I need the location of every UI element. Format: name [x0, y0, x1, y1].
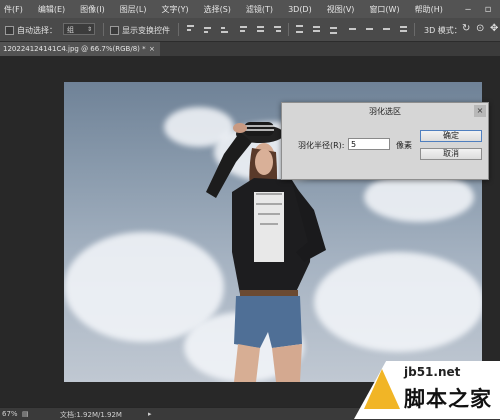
distribute-bottom-icon[interactable]: [329, 24, 338, 34]
mode-3d-label: 3D 模式：: [424, 26, 462, 35]
dialog-title: 羽化选区: [282, 103, 488, 120]
watermark-logo-icon: [364, 369, 400, 409]
align-left-icon[interactable]: [239, 24, 248, 34]
auto-select-dropdown[interactable]: 组 ⇕: [63, 23, 95, 35]
divider: [414, 23, 415, 36]
watermark-url: jb51.net: [404, 365, 461, 379]
close-icon[interactable]: ×: [149, 42, 155, 56]
show-transform-checkbox[interactable]: [110, 26, 119, 35]
ok-button[interactable]: 确定: [420, 130, 482, 142]
menu-filter[interactable]: 滤镜(T): [246, 4, 273, 15]
menu-window[interactable]: 窗口(W): [369, 4, 399, 15]
watermark-name: 脚本之家: [404, 386, 492, 411]
auto-select-checkbox[interactable]: [5, 26, 14, 35]
distribute-vcenter-icon[interactable]: [312, 24, 321, 34]
menu-image[interactable]: 图像(I): [80, 4, 105, 15]
info-icon[interactable]: ▤: [22, 410, 29, 418]
options-bar: 自动选择： 组 ⇕ 显示变换控件 3D 模式： ↻ ⊙ ✥: [0, 18, 500, 42]
align-right-icon[interactable]: [273, 24, 282, 34]
divider: [178, 23, 179, 36]
chevron-down-icon: ⇕: [86, 26, 92, 33]
divider: [288, 23, 289, 36]
menu-view[interactable]: 视图(V): [327, 4, 355, 15]
zoom-level[interactable]: 67%: [2, 410, 18, 418]
distribute-left-icon[interactable]: [348, 24, 357, 34]
menu-edit[interactable]: 编辑(E): [38, 4, 65, 15]
align-vcenter-icon[interactable]: [203, 24, 212, 34]
menu-file[interactable]: 件(F): [4, 4, 23, 15]
distribute-hcenter-icon[interactable]: [365, 24, 374, 34]
chevron-right-icon[interactable]: ▸: [148, 410, 152, 418]
watermark: jb51.net 脚本之家: [354, 361, 500, 419]
document-tab[interactable]: 120224124141C4.jpg @ 66.7%(RGB/8) *: [0, 42, 160, 56]
close-icon[interactable]: ×: [474, 105, 486, 117]
3d-rotate-icon[interactable]: ↻: [462, 23, 470, 34]
auto-select-label: 自动选择：: [17, 26, 57, 35]
menu-3d[interactable]: 3D(D): [288, 5, 312, 14]
document-tab-bar: 120224124141C4.jpg @ 66.7%(RGB/8) * ×: [0, 42, 500, 56]
menu-layer[interactable]: 图层(L): [120, 4, 147, 15]
menu-type[interactable]: 文字(Y): [161, 4, 188, 15]
feather-radius-label: 羽化半径(R):: [298, 141, 345, 150]
cancel-button[interactable]: 取消: [420, 148, 482, 160]
maximize-icon[interactable]: ▫: [478, 0, 498, 18]
distribute-right-icon[interactable]: [382, 24, 391, 34]
auto-select-value: 组: [67, 26, 74, 34]
feather-selection-dialog: 羽化选区 × 羽化半径(R): 像素 确定 取消: [281, 102, 489, 180]
show-transform-label: 显示变换控件: [122, 26, 170, 35]
menu-help[interactable]: 帮助(H): [415, 4, 443, 15]
3d-roll-icon[interactable]: ⊙: [476, 23, 484, 34]
menu-select[interactable]: 选择(S): [204, 4, 231, 15]
document-tab-title: 120224124141C4.jpg @ 66.7%(RGB/8) *: [3, 45, 146, 53]
align-hcenter-icon[interactable]: [256, 24, 265, 34]
3d-pan-icon[interactable]: ✥: [490, 23, 498, 34]
minimize-icon[interactable]: ‒: [458, 0, 478, 18]
auto-align-icon[interactable]: [399, 24, 408, 34]
feather-radius-input[interactable]: [348, 138, 390, 150]
divider: [103, 23, 104, 36]
align-top-icon[interactable]: [186, 24, 195, 34]
menu-bar: 件(F) 编辑(E) 图像(I) 图层(L) 文字(Y) 选择(S) 滤镜(T)…: [0, 0, 500, 18]
align-bottom-icon[interactable]: [220, 24, 229, 34]
distribute-top-icon[interactable]: [295, 24, 304, 34]
unit-label: 像素: [396, 141, 412, 150]
